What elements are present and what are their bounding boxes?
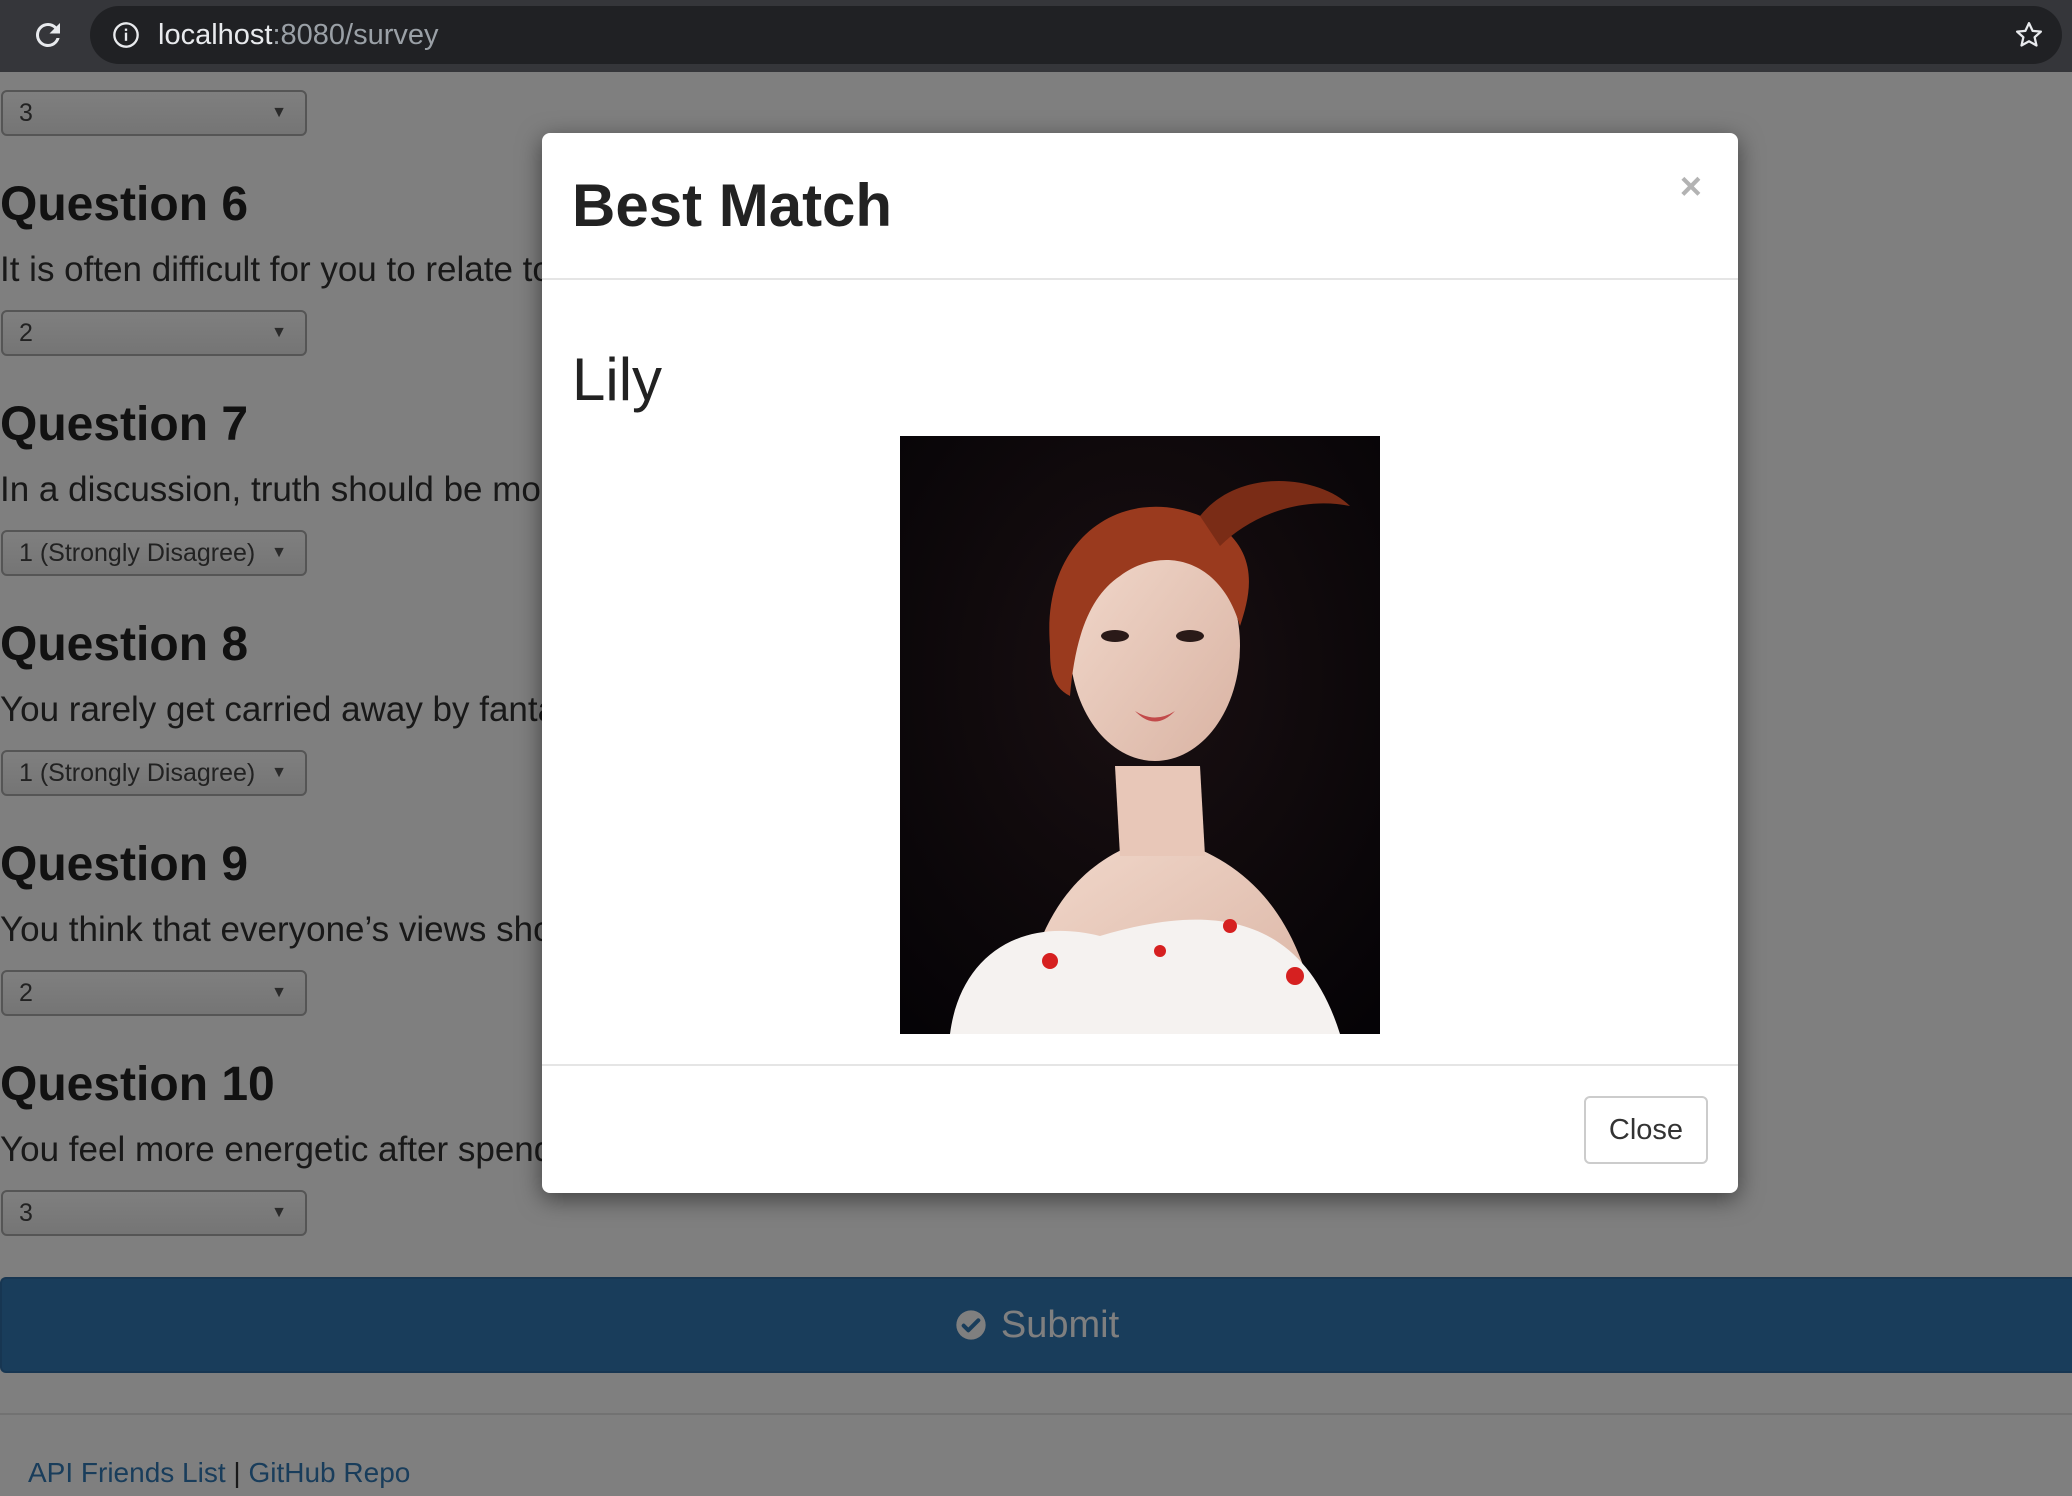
close-button[interactable]: Close bbox=[1584, 1096, 1708, 1164]
reload-icon[interactable] bbox=[30, 17, 66, 53]
url-text: localhost:8080/survey bbox=[158, 19, 439, 51]
close-icon[interactable]: × bbox=[1680, 167, 1702, 207]
modal-footer-divider bbox=[542, 1064, 1738, 1066]
match-name: Lily bbox=[572, 346, 663, 413]
match-photo bbox=[900, 436, 1380, 1034]
modal-title: Best Match bbox=[572, 172, 893, 239]
bookmark-star-icon[interactable] bbox=[2014, 20, 2044, 50]
modal-header-divider bbox=[542, 278, 1738, 280]
address-bar[interactable]: localhost:8080/survey bbox=[90, 6, 2062, 64]
best-match-modal: Best Match × Lily Close bbox=[542, 133, 1738, 1193]
browser-toolbar: localhost:8080/survey bbox=[0, 0, 2072, 72]
info-icon[interactable] bbox=[112, 21, 140, 49]
